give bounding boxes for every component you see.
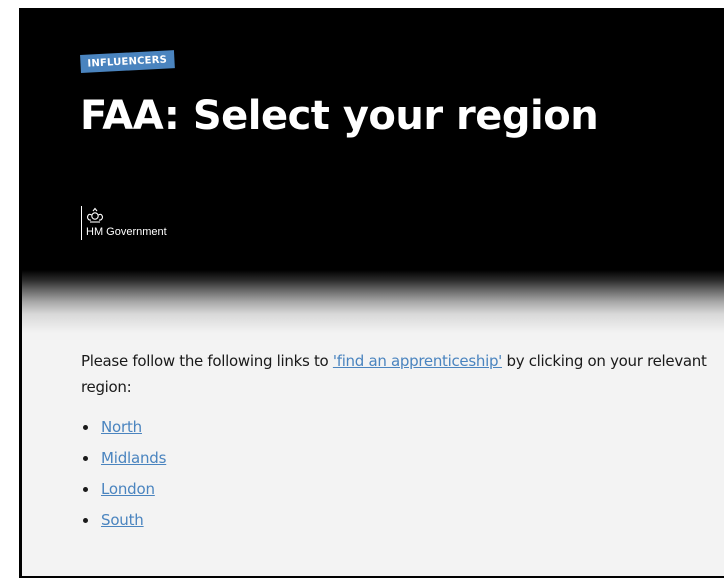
list-item: North xyxy=(81,412,721,443)
region-link-midlands[interactable]: Midlands xyxy=(101,449,166,467)
bullet-icon xyxy=(83,456,88,461)
page-frame: INFLUENCERS FAA: Select your region HM G… xyxy=(19,8,724,578)
list-item: Midlands xyxy=(81,443,721,474)
intro-text-start: Please follow the following links to xyxy=(81,352,333,370)
hm-government-logo: HM Government xyxy=(81,206,167,240)
page-title: FAA: Select your region xyxy=(80,93,599,139)
intro-paragraph: Please follow the following links to 'fi… xyxy=(81,348,721,400)
list-item: South xyxy=(81,505,721,536)
find-an-apprenticeship-link[interactable]: 'find an apprenticeship' xyxy=(333,352,502,370)
region-link-north[interactable]: North xyxy=(101,418,142,436)
bullet-icon xyxy=(83,425,88,430)
royal-crest-icon xyxy=(86,207,104,223)
list-item: London xyxy=(81,474,721,505)
bullet-icon xyxy=(83,487,88,492)
region-list: North Midlands London South xyxy=(81,412,721,536)
logo-text: HM Government xyxy=(86,226,167,238)
bullet-icon xyxy=(83,518,88,523)
category-tag[interactable]: INFLUENCERS xyxy=(80,50,175,73)
region-link-london[interactable]: London xyxy=(101,480,155,498)
main-content: Please follow the following links to 'fi… xyxy=(81,348,721,536)
region-link-south[interactable]: South xyxy=(101,511,144,529)
hero-banner: INFLUENCERS FAA: Select your region HM G… xyxy=(22,8,724,333)
